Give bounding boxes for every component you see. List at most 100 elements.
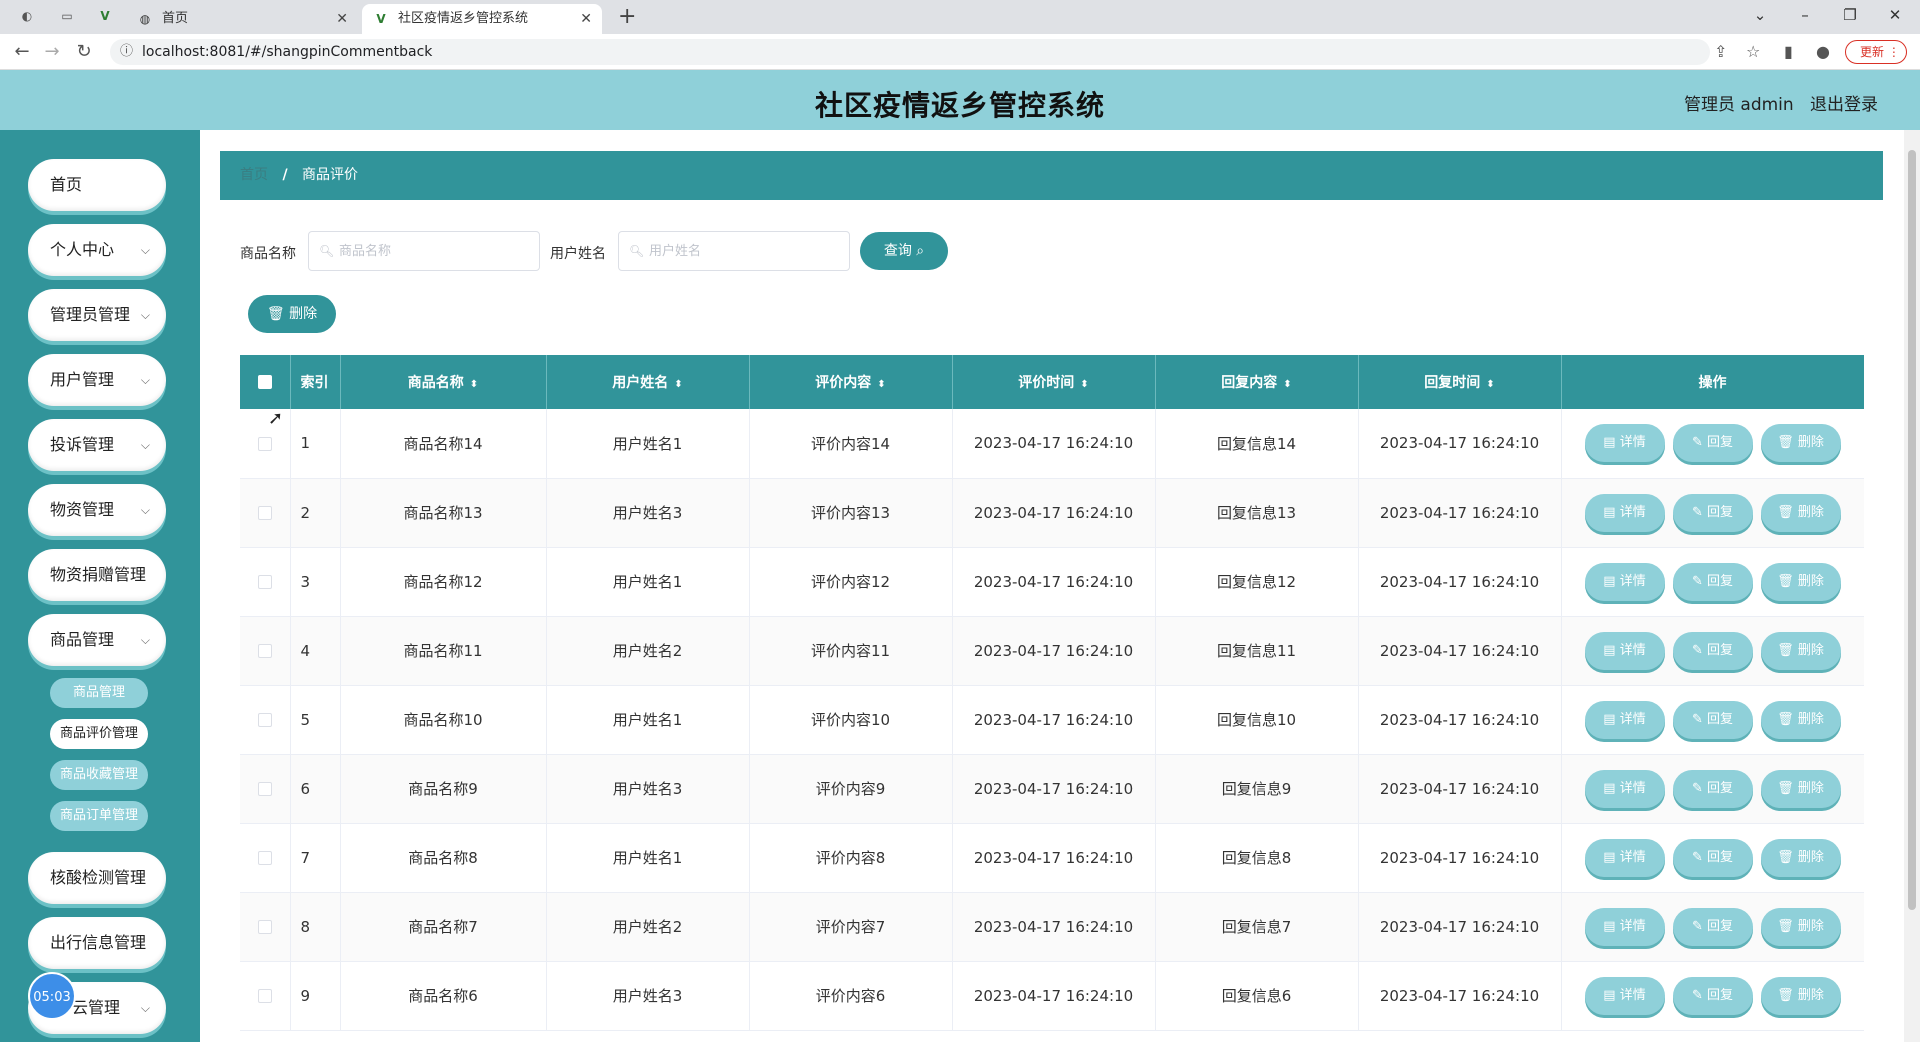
sort-icon[interactable]: ⬍ (674, 379, 682, 390)
sidebar-item-travel[interactable]: 出行信息管理 (28, 917, 166, 969)
delete-button[interactable]: 🗑︎ 删除 (1760, 631, 1841, 670)
delete-label: 删除 (289, 306, 318, 322)
detail-button[interactable]: ▤ 详情 (1584, 424, 1665, 463)
sidebar-item-personal[interactable]: 个人中心 ⌵ (28, 224, 166, 276)
star-icon[interactable]: ☆ (1746, 42, 1760, 61)
delete-button[interactable]: 🗑︎ 删除 (1760, 907, 1841, 946)
delete-label: 删除 (1797, 435, 1824, 451)
column-header-product[interactable]: 商品名称 ⬍ (340, 355, 547, 409)
reply-button[interactable]: ✎ 回复 (1672, 424, 1753, 463)
browser-tab-home[interactable]: ◍ 首页 ✕ (126, 4, 358, 34)
document-icon: ▤ (1603, 780, 1620, 796)
sort-icon[interactable]: ⬍ (877, 379, 885, 390)
sidebar-item-complaints[interactable]: 投诉管理 ⌵ (28, 419, 166, 471)
forward-icon[interactable]: → (40, 40, 64, 64)
browser-menu-icon[interactable]: ◐ (18, 7, 36, 25)
user-name-input[interactable] (618, 231, 850, 271)
reply-button[interactable]: ✎ 回复 (1672, 907, 1753, 946)
sort-icon[interactable]: ⬍ (470, 379, 478, 390)
window-close-icon[interactable]: ✕ (1875, 0, 1915, 34)
sidebar-item-products[interactable]: 商品管理 ⌵ (28, 614, 166, 666)
row-checkbox[interactable] (257, 989, 272, 1003)
detail-button[interactable]: ▤ 详情 (1584, 976, 1665, 1015)
product-name-input[interactable] (308, 231, 540, 271)
document-icon: ▤ (1603, 504, 1620, 520)
detail-button[interactable]: ▤ 详情 (1584, 838, 1665, 877)
delete-button[interactable]: 🗑︎ 删除 (1760, 976, 1841, 1015)
row-checkbox[interactable] (257, 436, 272, 451)
row-checkbox[interactable] (257, 644, 272, 658)
column-header-content[interactable]: 评价内容 ⬍ (749, 355, 953, 409)
submenu-item-product-orders[interactable]: 商品订单管理 (50, 801, 148, 831)
submenu-item-product-reviews[interactable]: 商品评价管理 (50, 719, 148, 749)
reply-button[interactable]: ✎ 回复 (1672, 700, 1753, 739)
vue-favicon-icon[interactable]: V (96, 7, 114, 25)
reply-button[interactable]: ✎ 回复 (1672, 493, 1753, 532)
restore-icon[interactable]: ❐ (1830, 0, 1870, 34)
url-field[interactable]: ⓘ localhost:8081/#/shangpinCommentback (110, 39, 1710, 65)
row-checkbox[interactable] (257, 575, 272, 589)
submenu-item-products[interactable]: 商品管理 (50, 678, 148, 708)
reload-icon[interactable]: ↻ (72, 40, 96, 64)
profile-icon[interactable]: ● (1816, 42, 1830, 61)
delete-button[interactable]: 🗑︎ 删除 (1760, 562, 1841, 601)
reply-button[interactable]: ✎ 回复 (1672, 838, 1753, 877)
sort-icon[interactable]: ⬍ (1486, 379, 1494, 390)
sidepanel-icon[interactable]: ▮ (1784, 42, 1793, 61)
column-header-reply-time[interactable]: 回复时间 ⬍ (1358, 355, 1562, 409)
sort-icon[interactable]: ⬍ (1283, 379, 1291, 390)
update-button[interactable]: 更新 ⋮ (1845, 40, 1907, 64)
reply-button[interactable]: ✎ 回复 (1672, 976, 1753, 1015)
column-header-time[interactable]: 评价时间 ⬍ (952, 355, 1156, 409)
detail-button[interactable]: ▤ 详情 (1584, 631, 1665, 670)
detail-button[interactable]: ▤ 详情 (1584, 907, 1665, 946)
clock-badge[interactable]: 05:03 (28, 972, 76, 1020)
minimize-icon[interactable]: – (1785, 0, 1825, 34)
sidebar-item-users[interactable]: 用户管理 ⌵ (28, 354, 166, 406)
tab-pinned-icon[interactable]: ▭ (58, 7, 76, 25)
row-checkbox[interactable] (257, 713, 272, 727)
delete-button[interactable]: 🗑︎ 删除 (1760, 424, 1841, 463)
tab-close-icon[interactable]: ✕ (336, 4, 348, 34)
info-icon[interactable]: ⓘ (120, 39, 133, 65)
logout-link[interactable]: 退出登录 (1810, 90, 1878, 115)
row-checkbox[interactable] (257, 506, 272, 520)
sidebar-item-admins[interactable]: 管理员管理 ⌵ (28, 289, 166, 341)
row-checkbox[interactable] (257, 920, 272, 934)
delete-button[interactable]: 🗑︎ 删除 (1760, 700, 1841, 739)
delete-button[interactable]: 🗑︎ 删除 (1760, 769, 1841, 808)
reply-button[interactable]: ✎ 回复 (1672, 631, 1753, 670)
delete-button[interactable]: 🗑︎ 删除 (1760, 493, 1841, 532)
detail-button[interactable]: ▤ 详情 (1584, 562, 1665, 601)
scrollbar-thumb[interactable] (1908, 150, 1916, 910)
select-all-checkbox[interactable] (257, 375, 272, 389)
query-button[interactable]: 查询 ⌕ (860, 232, 948, 270)
sidebar-item-supplies[interactable]: 物资管理 ⌵ (28, 484, 166, 536)
sidebar-item-nucleic-tests[interactable]: 核酸检测管理 (28, 852, 166, 904)
breadcrumb-home[interactable]: 首页 (240, 167, 268, 183)
back-icon[interactable]: ← (10, 40, 34, 64)
reply-button[interactable]: ✎ 回复 (1672, 769, 1753, 808)
detail-button[interactable]: ▤ 详情 (1584, 493, 1665, 532)
globe-icon: ◍ (139, 12, 151, 26)
sidebar-item-home[interactable]: 首页 (28, 159, 166, 211)
tab-search-icon[interactable]: ⌄ (1740, 0, 1780, 34)
submenu-item-product-favorites[interactable]: 商品收藏管理 (50, 760, 148, 790)
detail-button[interactable]: ▤ 详情 (1584, 700, 1665, 739)
column-header-user[interactable]: 用户姓名 ⬍ (546, 355, 750, 409)
browser-tab-system[interactable]: V 社区疫情返乡管控系统 ✕ (362, 4, 602, 34)
tab-close-icon[interactable]: ✕ (580, 4, 592, 34)
page-scrollbar[interactable] (1904, 130, 1920, 1042)
row-checkbox[interactable] (257, 851, 272, 865)
detail-button[interactable]: ▤ 详情 (1584, 769, 1665, 808)
row-checkbox[interactable] (257, 782, 272, 796)
column-header-reply[interactable]: 回复内容 ⬍ (1155, 355, 1359, 409)
cell-reply-time: 2023-04-17 16:24:10 (1358, 823, 1562, 893)
new-tab-icon[interactable]: + (618, 4, 636, 30)
share-icon[interactable]: ⇪ (1714, 42, 1727, 61)
sort-icon[interactable]: ⬍ (1080, 379, 1088, 390)
batch-delete-button[interactable]: 🗑︎ 删除 (248, 295, 336, 333)
sidebar-item-donations[interactable]: 物资捐赠管理 (28, 549, 166, 601)
reply-button[interactable]: ✎ 回复 (1672, 562, 1753, 601)
delete-button[interactable]: 🗑︎ 删除 (1760, 838, 1841, 877)
